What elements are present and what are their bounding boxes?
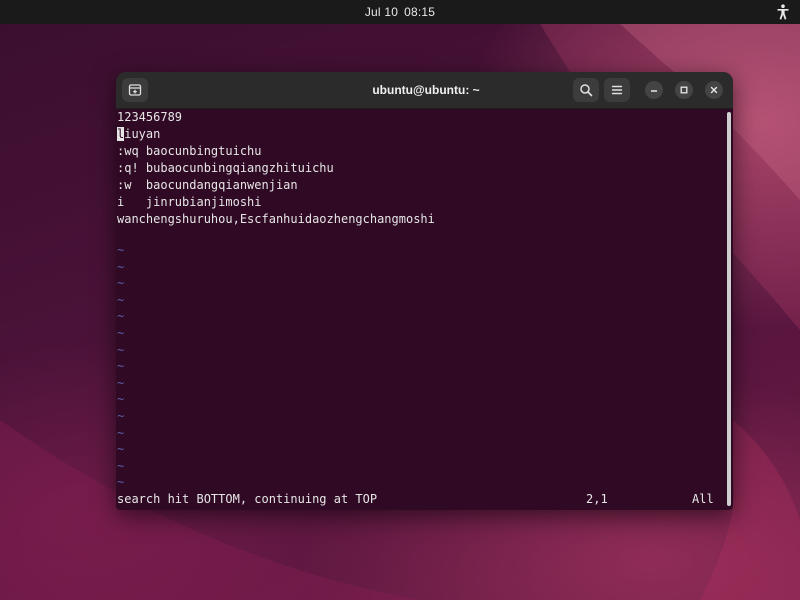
window-headerbar[interactable]: ubuntu@ubuntu: ~ [116, 72, 733, 109]
vim-status-message: search hit BOTTOM, continuing at TOP [117, 492, 378, 506]
clock[interactable]: Jul 10 08:15 [0, 5, 800, 19]
accessibility-icon[interactable] [776, 4, 790, 20]
vim-line-2-rest: iuyan [124, 127, 161, 141]
vim-line-7: wanchengshuruhou,Escfanhuidaozhengchangm… [117, 212, 435, 226]
empty-line-tilde: ~ [117, 326, 125, 340]
vim-line-6: i jinrubianjimoshi [117, 195, 262, 209]
empty-line-tilde: ~ [117, 259, 125, 274]
empty-line-tilde: ~ [117, 276, 125, 291]
terminal-content[interactable]: 123456789 liuyan :wq baocunbingtuichu :q… [116, 109, 723, 510]
empty-line-tilde: ~ [117, 359, 125, 374]
close-icon [710, 86, 718, 94]
close-button[interactable] [705, 81, 723, 99]
minimize-icon [651, 90, 657, 92]
minimize-button[interactable] [645, 81, 663, 99]
empty-line-tilde: ~ [117, 375, 125, 390]
vim-line-3: :wq baocunbingtuichu [117, 144, 262, 158]
vim-scroll-percent: All [692, 492, 714, 506]
empty-line-tilde: ~ [117, 442, 125, 457]
maximize-button[interactable] [675, 81, 693, 99]
vim-cursor-position: 2,1 [586, 492, 608, 506]
empty-line-tilde: ~ [117, 342, 125, 357]
menu-button[interactable] [604, 78, 630, 102]
empty-line-tilde: ~ [117, 409, 125, 423]
clock-time: 08:15 [404, 5, 436, 19]
vim-line-1: 123456789 [117, 110, 183, 124]
clock-date: Jul 10 [364, 5, 399, 19]
vim-line-4: :q! bubaocunbingqiangzhituichu [117, 161, 334, 175]
empty-line-tilde: ~ [117, 309, 125, 324]
new-tab-button[interactable] [122, 78, 148, 102]
new-tab-icon [128, 84, 142, 96]
vim-line-2: liuyan [117, 126, 160, 142]
search-icon [580, 84, 593, 97]
maximize-icon [680, 86, 688, 94]
window-title: ubuntu@ubuntu: ~ [372, 83, 480, 97]
vim-line-5: :w baocundangqianwenjian [117, 178, 298, 192]
terminal-scrollbar[interactable] [727, 112, 731, 506]
empty-line-tilde: ~ [117, 475, 125, 490]
empty-line-tilde: ~ [117, 425, 125, 440]
empty-line-tilde: ~ [117, 392, 125, 407]
empty-line-tilde: ~ [117, 292, 125, 307]
search-button[interactable] [573, 78, 599, 102]
top-panel: Jul 10 08:15 [0, 0, 800, 24]
terminal-window[interactable]: ubuntu@ubuntu: ~ 123456789 liuyan:wq ba… [116, 72, 733, 510]
empty-line-tilde: ~ [117, 458, 125, 473]
hamburger-menu-icon [611, 85, 623, 95]
empty-line-tilde: ~ [117, 243, 125, 257]
